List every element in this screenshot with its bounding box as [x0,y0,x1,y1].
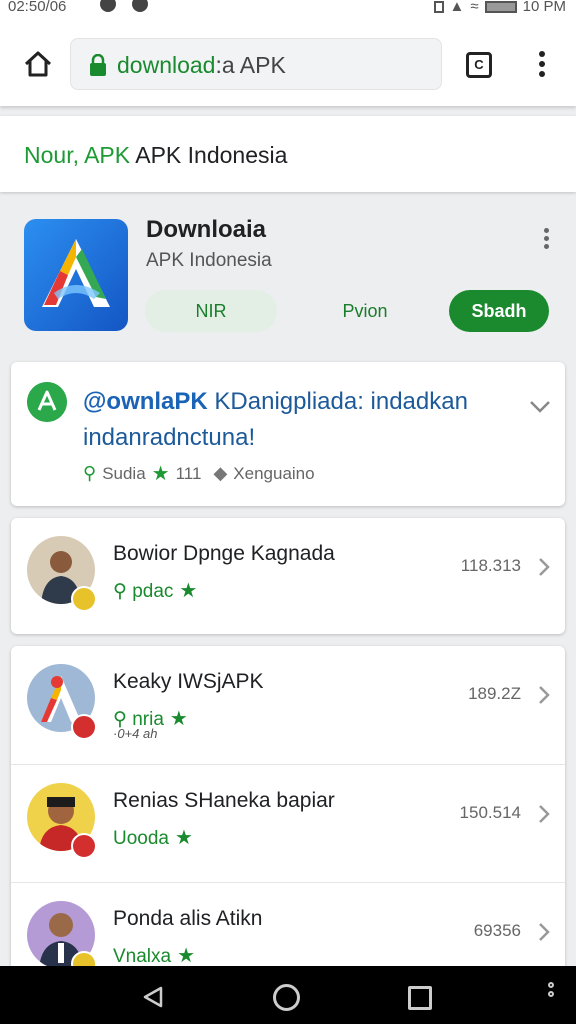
app-name: Downloaia [146,216,267,243]
notification-icon [100,0,116,12]
browser-toolbar: download:a APK C [0,18,576,106]
promo-rating: 111 [175,463,202,483]
item-subtitle: ⚲ pdac ★ [113,580,198,602]
pvion-button[interactable]: Pvion [290,290,440,332]
item-title: Renias SHaneka bapiar [113,789,335,812]
nav-menu-icon[interactable] [548,982,556,1012]
item-title: Keaky IWSjAPK [113,670,264,693]
tag-icon: ◆ [213,463,228,483]
item-subtitle: Vnalxa ★ [113,945,196,967]
tab-switcher-button[interactable]: C [466,52,492,78]
address-bar[interactable]: download:a APK [70,38,442,90]
item-title: Bowior Dpnge Kagnada [113,542,335,565]
vibrate-icon [433,0,444,13]
promo-language: Xenguaino [233,463,315,483]
nir-button[interactable]: NIR [145,290,277,332]
lock-icon [90,54,106,76]
browser-menu-icon[interactable] [532,48,552,84]
status-icons: ▲ ≈ 10 PM [433,0,566,15]
star-icon: ★ [177,945,196,967]
sbadh-button[interactable]: Sbadh [449,290,549,332]
promo-meta: ⚲ Sudia ★ 111 ◆ Xenguaino [83,461,315,486]
site-header: Nour, APK APK Indonesia [0,116,576,192]
star-icon: ★ [169,708,188,730]
home-nav-icon[interactable] [273,984,300,1011]
list-item[interactable]: Ponda alis Atikn Vnalxa ★ 69356 [11,882,565,977]
promo-card[interactable]: @ownlaPK KDanigpliada: indadkan indanrad… [11,362,565,506]
chevron-right-icon[interactable] [537,921,551,943]
home-icon[interactable] [22,48,54,80]
system-nav-bar [0,966,576,1024]
list-item[interactable]: Keaky IWSjAPK ⚲ nria ★ ·0+4 ah 189.2Z [11,646,565,762]
item-count: 118.313 [460,556,521,575]
chat-icon [27,382,67,422]
chevron-right-icon[interactable] [537,556,551,578]
chevron-right-icon[interactable] [537,684,551,706]
star-icon: ★ [175,827,193,849]
item-subtitle: Uooda ★ [113,827,193,849]
app-overflow-icon[interactable] [536,226,556,256]
list-item[interactable]: Renias SHaneka bapiar Uooda ★ 150.514 [11,764,565,880]
list-item[interactable]: Bowior Dpnge Kagnada ⚲ pdac ★ 118.313 [11,518,565,634]
badge-icon [71,586,97,612]
item-count: 69356 [473,921,521,940]
list-card: Keaky IWSjAPK ⚲ nria ★ ·0+4 ah 189.2Z Ren… [11,646,565,977]
badge-icon [71,833,97,859]
status-bar: 02:50/06 ▲ ≈ 10 PM [0,0,576,18]
site-title[interactable]: Nour, APK APK Indonesia [24,142,287,169]
wifi-icon: ≈ [470,0,479,15]
item-title: Ponda alis Atikn [113,907,263,930]
status-time: 02:50/06 [8,0,67,15]
item-extra: ·0+4 ah [113,726,158,741]
chevron-right-icon[interactable] [537,803,551,825]
app-developer: APK Indonesia [146,250,272,271]
star-icon: ★ [151,463,170,485]
badge-icon [71,714,97,740]
location-icon: ⚲ [83,463,97,483]
url-text: download:a APK [117,52,286,78]
app-header: Downloaia APK Indonesia NIR Pvion Sbadh [0,200,576,352]
item-count: 189.2Z [468,684,521,703]
recents-icon[interactable] [408,986,432,1010]
star-icon: ★ [179,580,198,602]
promo-title: @ownlaPK KDanigpliada: indadkan indanrad… [83,388,468,451]
list-card: Bowior Dpnge Kagnada ⚲ pdac ★ 118.313 [11,518,565,634]
back-icon[interactable] [141,985,165,1009]
app-logo-icon[interactable] [24,219,128,331]
promo-source: Sudia [102,463,146,483]
chevron-down-icon[interactable] [529,400,551,414]
status-clock: 10 PM [522,0,566,15]
item-count: 150.514 [459,803,521,822]
notification-icon [132,0,148,12]
battery-icon [484,0,517,13]
signal-icon: ▲ [449,0,465,15]
